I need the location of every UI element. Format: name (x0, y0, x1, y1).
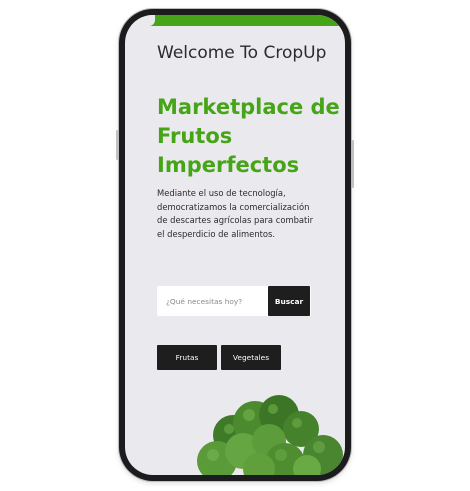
phone-screen: Welcome To CropUp Marketplace de Frutos … (125, 15, 345, 475)
category-button-frutas[interactable]: Frutas (157, 345, 217, 370)
search-button[interactable]: Buscar (268, 286, 310, 316)
category-button-vegetales[interactable]: Vegetales (221, 345, 281, 370)
status-bar-notch (125, 15, 155, 26)
welcome-text: Welcome To CropUp (157, 43, 327, 63)
phone-side-button-right (351, 140, 354, 188)
page-headline: Marketplace de Frutos Imperfectos (157, 95, 340, 177)
hero-description: Mediante el uso de tecnología, democrati… (157, 188, 314, 239)
top-accent-bar (125, 15, 345, 26)
broccoli-illustration-icon (197, 395, 343, 475)
